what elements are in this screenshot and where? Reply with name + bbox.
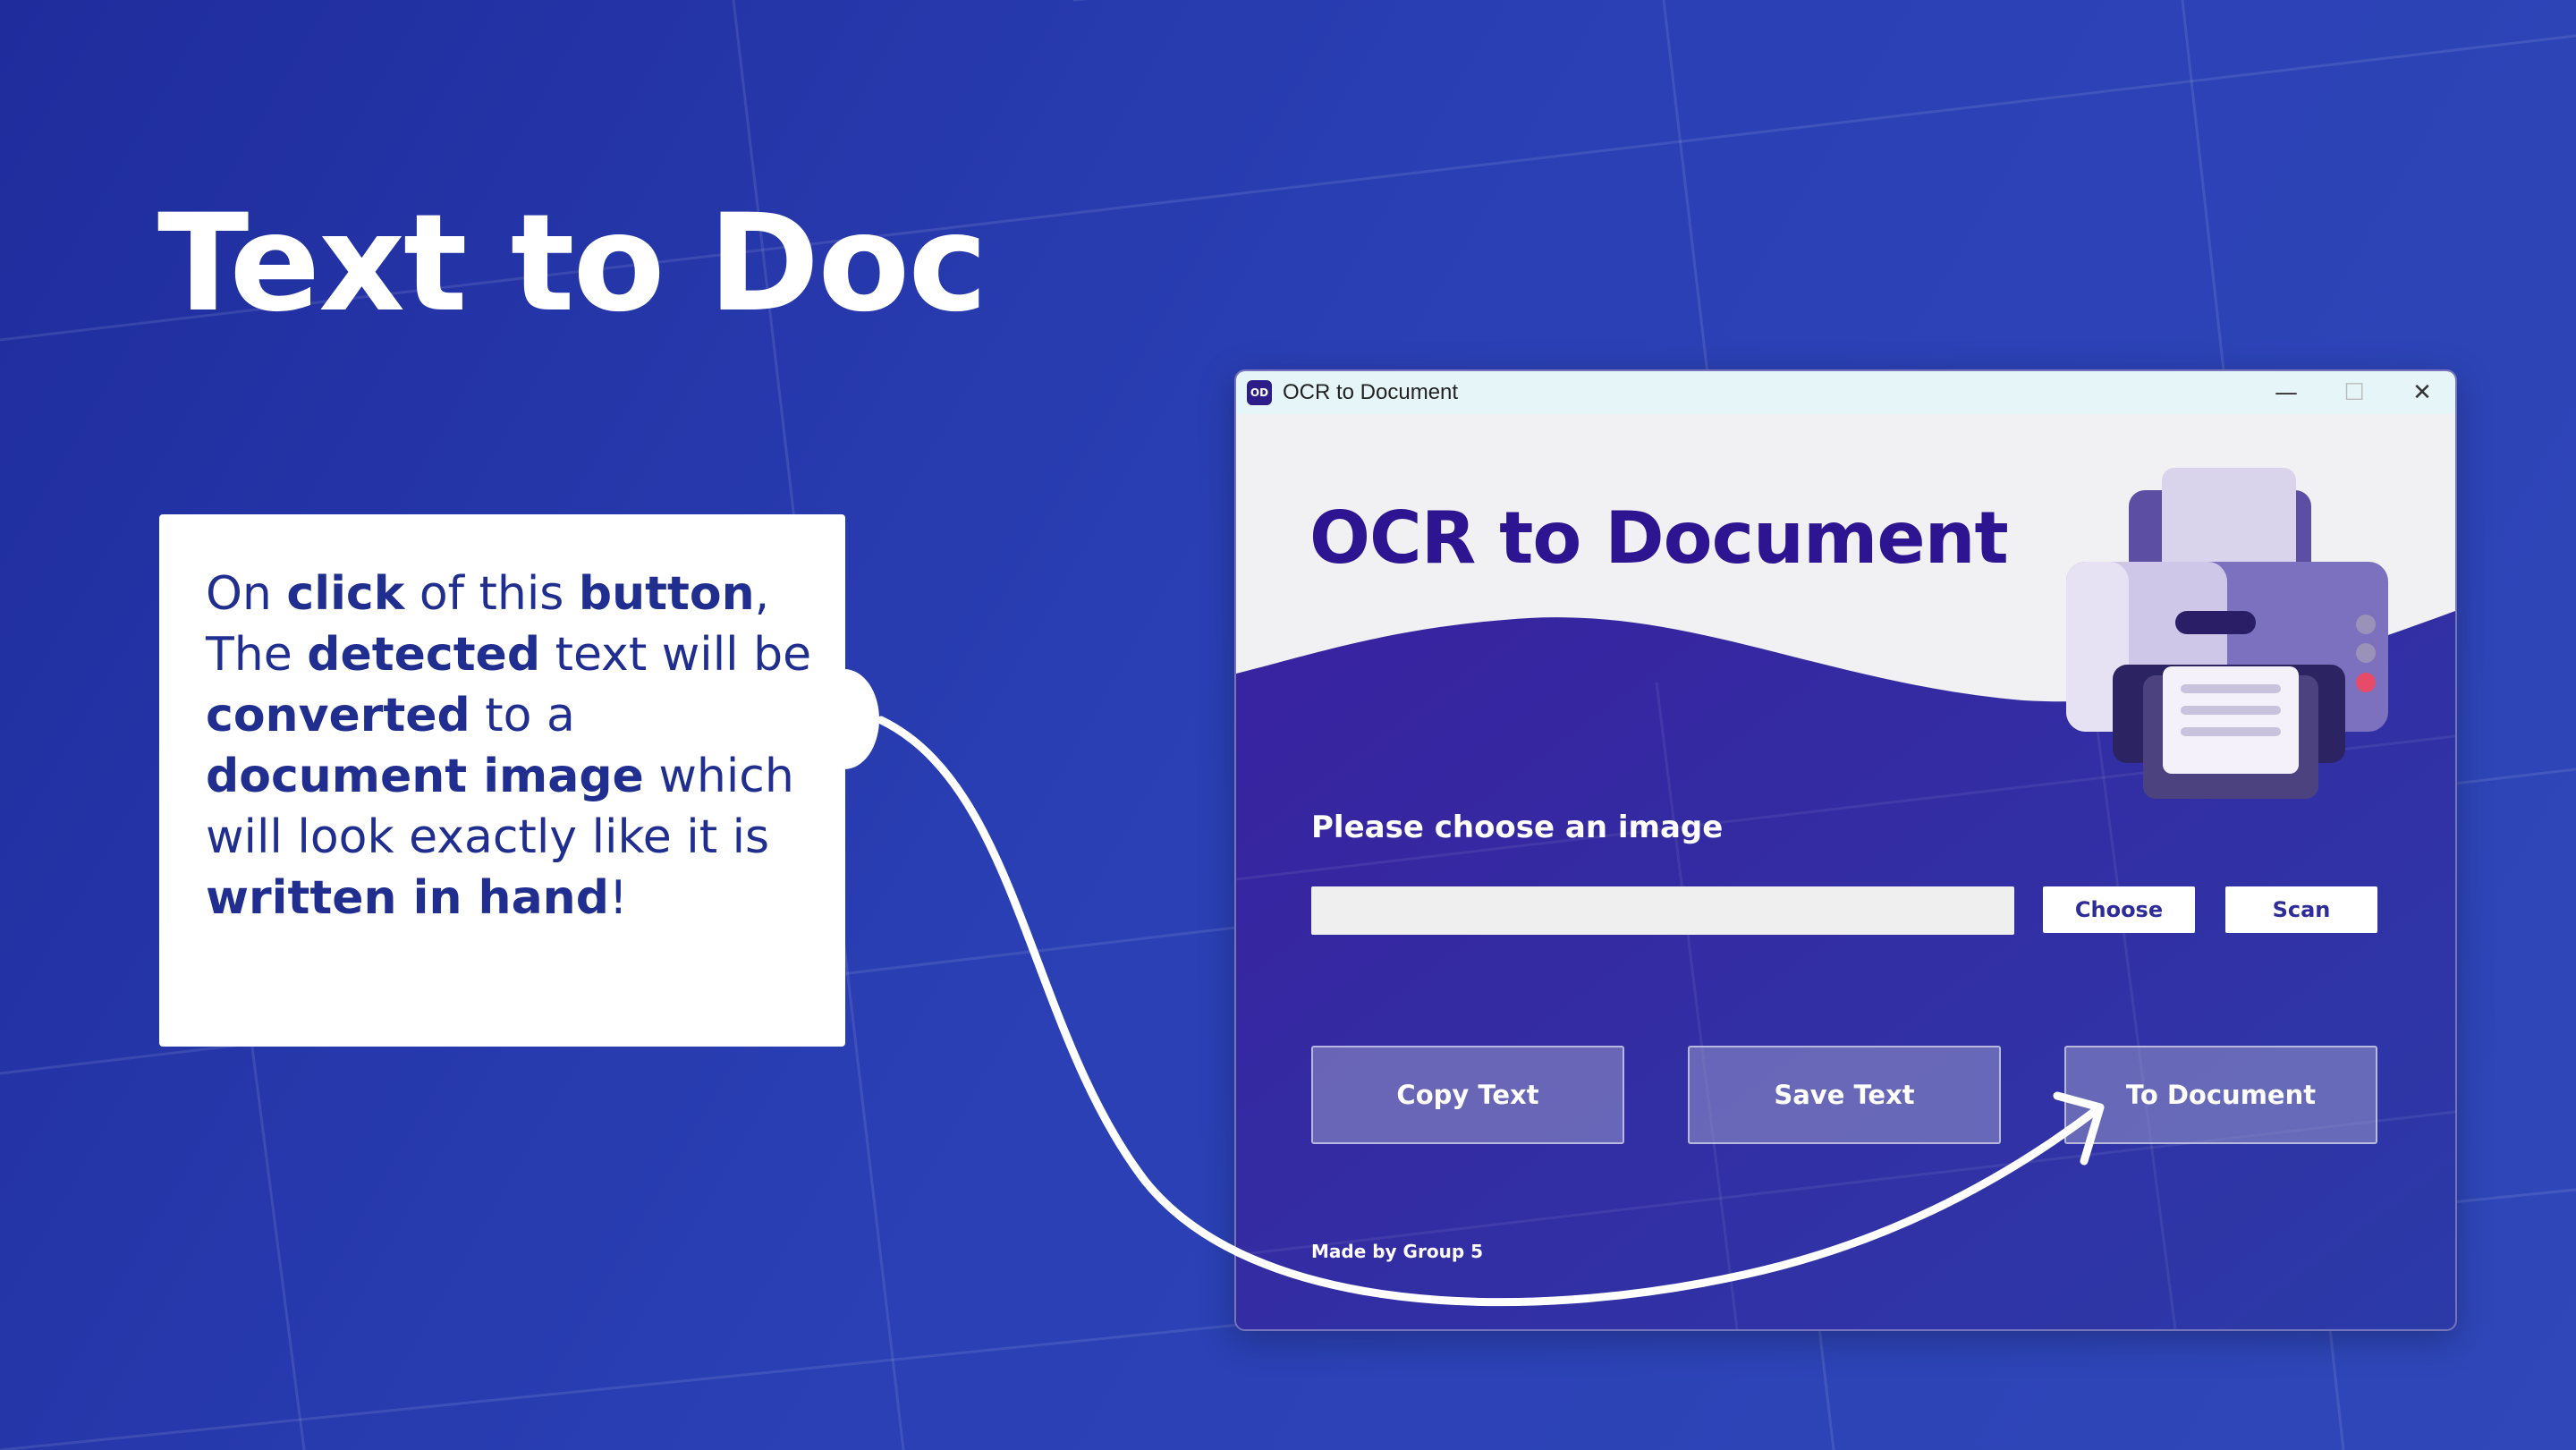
callout-text: On click of this button, The detected te…: [206, 564, 832, 929]
copy-text-button[interactable]: Copy Text: [1311, 1046, 1624, 1144]
app-logo-icon: OD: [1247, 380, 1272, 405]
minimize-button[interactable]: —: [2252, 371, 2320, 414]
image-path-input[interactable]: [1311, 886, 2014, 935]
callout-segment: to a: [470, 689, 575, 742]
callout-segment: text will be: [540, 628, 812, 682]
app-body: OCR to Document Please choose an image C…: [1236, 414, 2455, 1329]
callout-segment: detected: [307, 628, 541, 682]
app-heading: OCR to Document: [1309, 496, 2009, 580]
callout-segment: button: [578, 567, 755, 621]
callout-segment: of this: [404, 567, 579, 621]
callout-segment: document image: [206, 750, 644, 803]
maximize-button[interactable]: ☐: [2320, 371, 2388, 414]
app-window: OD OCR to Document — ☐ ✕ OCR to Document: [1234, 369, 2457, 1331]
title-bar[interactable]: OD OCR to Document — ☐ ✕: [1236, 371, 2455, 414]
callout-segment: converted: [206, 689, 470, 742]
callout-segment: written in hand: [206, 871, 609, 925]
scan-button[interactable]: Scan: [2225, 886, 2377, 933]
close-button[interactable]: ✕: [2388, 371, 2455, 414]
callout-segment: On: [206, 567, 287, 621]
choose-button[interactable]: Choose: [2043, 886, 2195, 933]
window-title: OCR to Document: [1283, 380, 1459, 404]
choose-image-label: Please choose an image: [1311, 810, 1724, 845]
slide-title: Text to Doc: [157, 186, 987, 342]
callout-segment: click: [286, 567, 405, 621]
callout-segment: !: [608, 871, 628, 925]
save-text-button[interactable]: Save Text: [1688, 1046, 2001, 1144]
footer-credit: Made by Group 5: [1311, 1241, 1484, 1262]
printer-icon: [2066, 468, 2388, 799]
to-document-button[interactable]: To Document: [2064, 1046, 2377, 1144]
